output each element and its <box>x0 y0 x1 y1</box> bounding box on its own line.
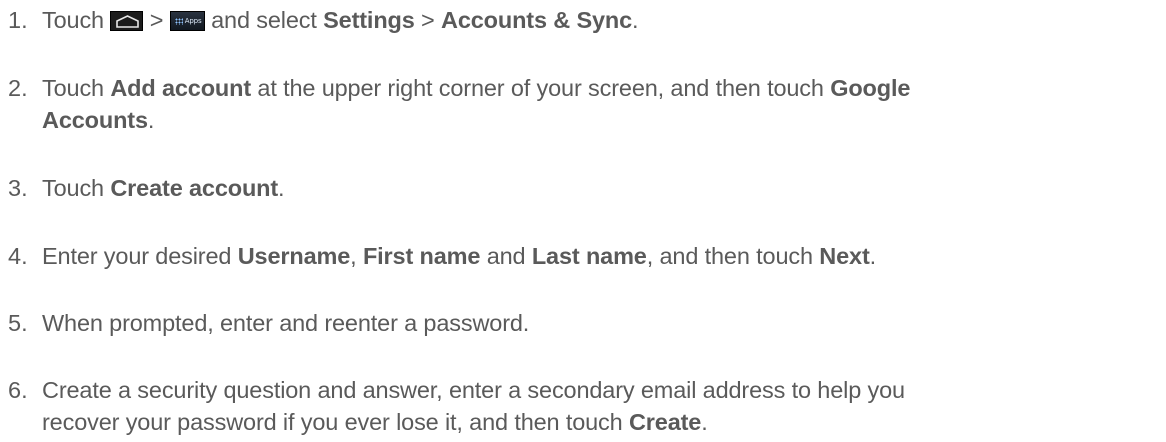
apps-icon: Apps <box>169 11 205 31</box>
next-term: Next <box>819 243 870 269</box>
step-number: 6. <box>8 377 28 403</box>
first-name-term: First name <box>362 243 481 269</box>
last-name-term: Last name <box>531 243 647 269</box>
accounts-term: Accounts <box>42 107 148 133</box>
step-text: Touch > Apps and select Settings > Accou… <box>42 7 639 33</box>
step-text: When prompted, enter and reenter a passw… <box>42 310 530 336</box>
step-number: 1. <box>8 7 28 33</box>
step-number: 3. <box>8 175 28 201</box>
home-icon <box>110 11 144 31</box>
create-account-term: Create account <box>110 175 279 201</box>
step-number: 2. <box>8 75 28 101</box>
instruction-list: 1. Touch > Apps and select Settings > Ac… <box>0 0 1166 442</box>
google-term: Google <box>830 75 911 101</box>
create-term: Create <box>628 409 702 435</box>
add-account-term: Add account <box>110 75 252 101</box>
step-text: Create a security question and answer, e… <box>42 377 905 435</box>
settings-term: Settings <box>323 7 415 33</box>
step-number: 5. <box>8 310 28 336</box>
step-text: Touch Add account at the upper right cor… <box>42 75 911 133</box>
step-text: Enter your desired Username, First name … <box>42 243 877 269</box>
username-term: Username <box>237 243 351 269</box>
step-number: 4. <box>8 243 28 269</box>
accounts-sync-term: Accounts & Sync <box>441 7 633 33</box>
step-text: Touch Create account. <box>42 175 285 201</box>
